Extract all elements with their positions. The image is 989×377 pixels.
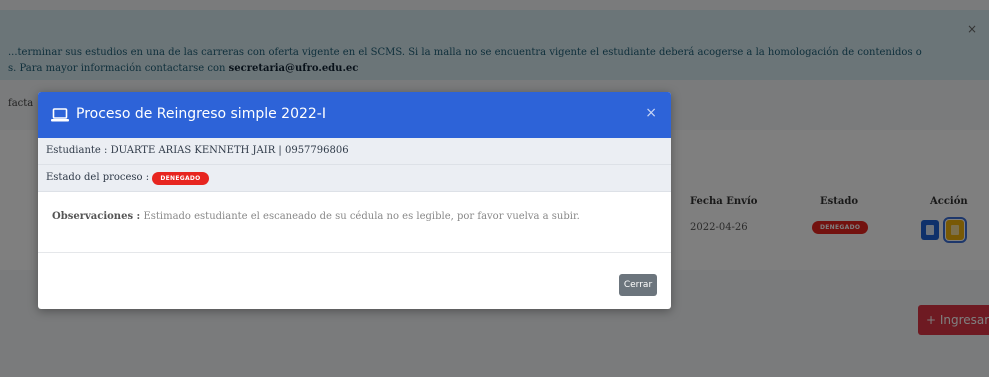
reingreso-modal: Proceso de Reingreso simple 2022-I × Est… [38, 92, 671, 309]
modal-title: Proceso de Reingreso simple 2022-I [76, 106, 326, 122]
process-status-text: Estado del proceso : DENEGADO [46, 172, 209, 185]
process-status-row: Estado del proceso : DENEGADO [38, 165, 671, 192]
student-label: Estudiante : [46, 145, 108, 156]
modal-header: Proceso de Reingreso simple 2022-I × [38, 92, 671, 138]
modal-footer-divider [38, 252, 671, 253]
modal-close-icon[interactable]: × [645, 105, 657, 121]
student-info-text: Estudiante : DUARTE ARIAS KENNETH JAIR |… [46, 145, 349, 156]
close-button[interactable]: Cerrar [619, 274, 657, 296]
student-value: DUARTE ARIAS KENNETH JAIR | 0957796806 [110, 145, 349, 156]
observations-label: Observaciones : [52, 211, 141, 222]
status-badge: DENEGADO [152, 172, 209, 185]
laptop-icon [51, 108, 69, 122]
observations: Observaciones : Estimado estudiante el e… [52, 211, 580, 222]
process-status-label: Estado del proceso : [46, 172, 150, 183]
observations-text: Estimado estudiante el escaneado de su c… [143, 211, 580, 222]
student-info-row: Estudiante : DUARTE ARIAS KENNETH JAIR |… [38, 138, 671, 165]
